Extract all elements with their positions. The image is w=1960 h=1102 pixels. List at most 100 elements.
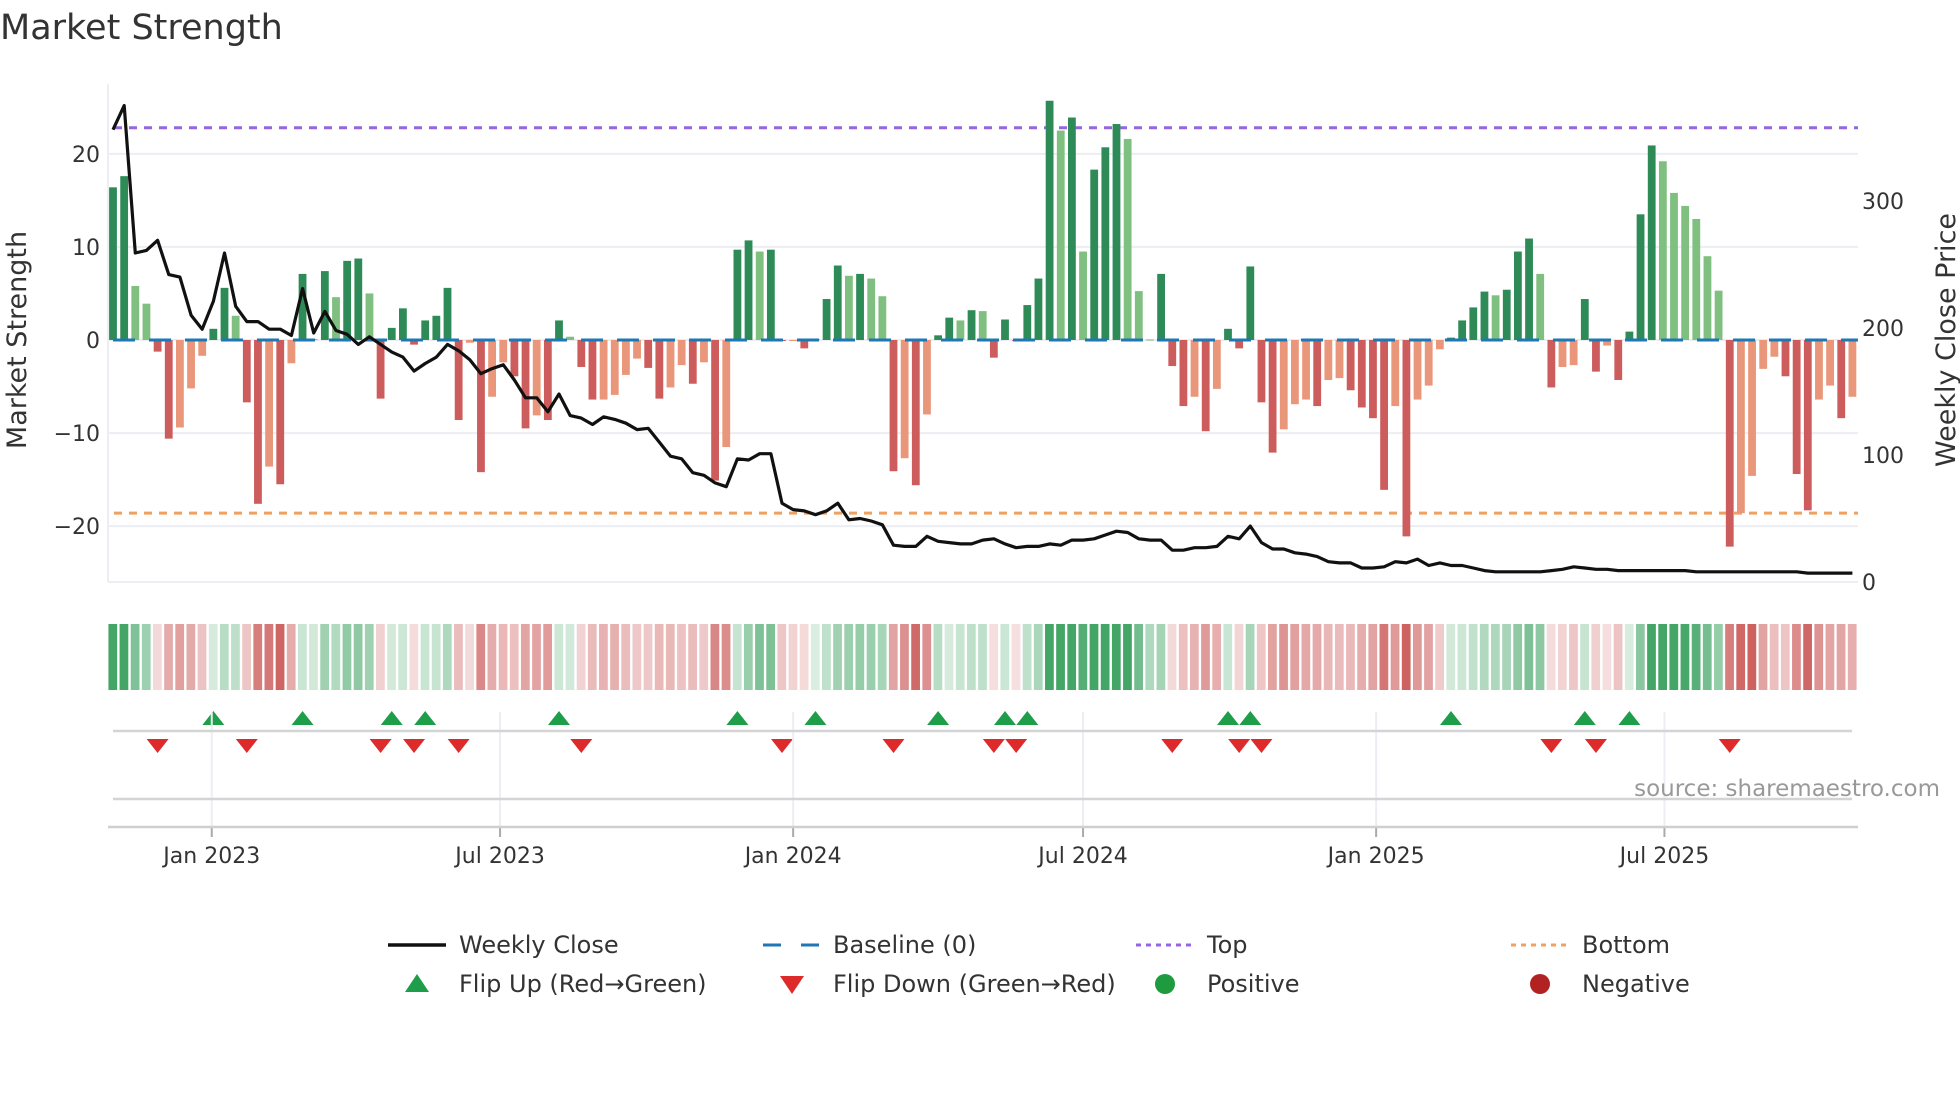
strength-bar <box>421 320 430 340</box>
heatmap-cell <box>621 624 631 690</box>
strength-bar <box>1514 251 1522 340</box>
heatmap-cell <box>1580 624 1589 690</box>
heatmap-cell <box>1256 624 1266 690</box>
strength-bar <box>1101 147 1110 340</box>
heatmap-cell <box>989 624 999 690</box>
strength-bar <box>889 339 898 472</box>
flip-down-marker <box>1161 739 1184 753</box>
heatmap-cell <box>1769 624 1779 690</box>
strength-bar <box>254 339 262 504</box>
heatmap-cell <box>1223 624 1233 690</box>
heatmap-cell <box>186 624 196 690</box>
flip-up-marker <box>380 711 403 725</box>
strength-bar <box>1413 339 1422 400</box>
heatmap-cell <box>1624 624 1634 690</box>
heatmap-cell <box>1435 624 1445 690</box>
strength-bar <box>1670 192 1678 340</box>
strength-bar <box>1725 339 1734 547</box>
heatmap-cell <box>543 624 553 690</box>
strength-bar <box>1480 291 1489 340</box>
strength-bar <box>1435 339 1444 350</box>
heatmap-cell <box>532 624 541 690</box>
legend-item: Baseline (0) <box>763 931 976 959</box>
heatmap-cell <box>833 624 842 690</box>
strength-bar <box>633 339 641 359</box>
strength-bar <box>287 339 296 364</box>
heatmap-cell <box>1524 624 1534 690</box>
strength-bar <box>1212 339 1221 389</box>
heatmap-cell <box>1792 624 1801 690</box>
legend-item: Bottom <box>1511 931 1670 959</box>
strength-bar <box>1291 339 1299 405</box>
heatmap-cell <box>1100 624 1110 690</box>
strength-bar <box>1703 256 1712 340</box>
strength-bar <box>845 275 853 340</box>
heatmap-cell <box>364 624 374 690</box>
triangle-up-icon <box>405 974 429 992</box>
x-tick-label: Jan 2024 <box>743 844 842 869</box>
heatmap-cell <box>1803 624 1812 690</box>
strength-bar <box>387 327 396 340</box>
flip-up-marker <box>927 711 950 725</box>
legend-label: Weekly Close <box>459 931 619 959</box>
heatmap-cell <box>1111 624 1121 690</box>
flip-down-marker <box>369 739 392 753</box>
heatmap-cell <box>1736 624 1746 690</box>
strength-bar <box>1201 339 1210 432</box>
strength-bar <box>610 339 619 395</box>
strength-bar <box>320 271 329 340</box>
heatmap-cell <box>1323 624 1333 690</box>
strength-bar <box>354 258 363 340</box>
heatmap-cell <box>1000 624 1010 690</box>
heatmap-cell <box>554 624 564 690</box>
heatmap-cell <box>1212 624 1222 690</box>
strength-bar <box>1324 339 1333 381</box>
heatmap-cell <box>1412 624 1422 690</box>
strength-bar <box>577 339 586 367</box>
chart-title: Market Strength <box>0 8 283 48</box>
heatmap-cell <box>1022 624 1032 690</box>
heatmap-cell <box>1513 624 1523 690</box>
strength-bar <box>677 339 686 366</box>
strength-bar <box>510 339 519 377</box>
strength-bar <box>1357 339 1366 408</box>
strength-bar <box>622 339 630 375</box>
strength-bar <box>521 339 530 429</box>
heatmap-cell <box>1357 624 1366 690</box>
heatmap-cell <box>331 624 341 690</box>
legend: Weekly Close Baseline (0) Top Bottom Flip Up… <box>388 931 1690 998</box>
y-tick-label: 0 <box>86 329 100 354</box>
strength-bar <box>1681 205 1690 340</box>
heatmap-cell <box>632 624 642 690</box>
heatmap-cell <box>1702 624 1712 690</box>
flip-down-marker <box>1718 739 1741 753</box>
strength-bar <box>934 335 942 340</box>
heatmap-cell <box>1591 624 1601 690</box>
strength-bar <box>722 339 731 448</box>
strength-bar <box>1759 339 1768 369</box>
strength-bar <box>276 339 285 485</box>
flip-up-marker <box>726 711 749 725</box>
heatmap-cell <box>242 624 251 690</box>
strength-bar <box>1469 307 1478 340</box>
strength-bar <box>242 339 251 403</box>
heatmap-cell <box>743 624 753 690</box>
heatmap-cell <box>766 624 776 690</box>
heatmap-cell <box>487 624 497 690</box>
strength-bar <box>343 260 352 340</box>
legend-item: Top <box>1136 931 1248 959</box>
x-tick-label: Jan 2025 <box>1326 844 1425 869</box>
strength-bar <box>1157 273 1165 340</box>
flip-up-marker <box>1573 711 1596 725</box>
heatmap-cell <box>353 624 363 690</box>
heatmap-cell <box>1635 624 1645 690</box>
heatmap-cell <box>108 624 118 690</box>
heatmap-cell <box>1379 624 1389 690</box>
heatmap-cell <box>1502 624 1511 690</box>
strength-bar <box>399 308 407 340</box>
strength-bar <box>655 339 664 399</box>
heatmap-cell <box>1613 624 1623 690</box>
strength-bar <box>142 303 151 340</box>
flip-up-marker <box>1239 711 1262 725</box>
heatmap-cell <box>1234 624 1244 690</box>
